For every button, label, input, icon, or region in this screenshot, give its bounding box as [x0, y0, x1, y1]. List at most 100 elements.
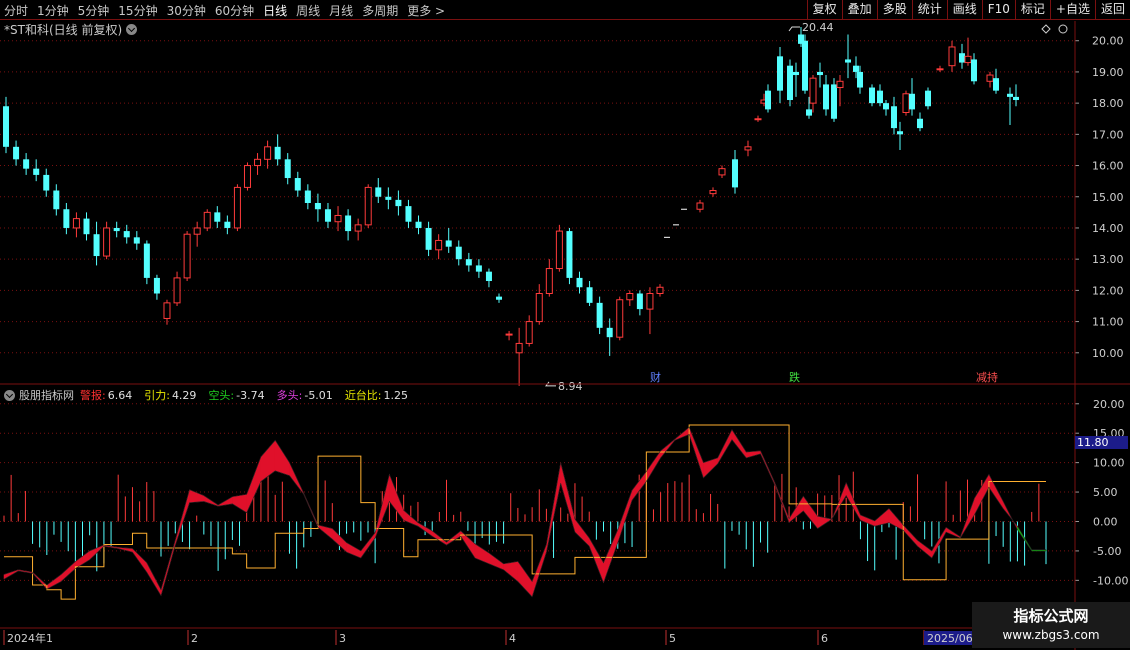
candle-body: [883, 103, 889, 110]
watermark: 指标公式网 www.zbgs3.com: [972, 602, 1130, 648]
candle-body: [891, 106, 897, 129]
price-tick-label: 18.00: [1092, 97, 1124, 110]
indicator-band: [517, 560, 533, 598]
candle-body: [63, 209, 70, 228]
candle-body: [831, 84, 837, 119]
indicator-tick-label: 10.00: [1093, 457, 1125, 470]
diamond-icon: [1041, 24, 1051, 34]
candle-body: [143, 243, 150, 278]
candle-body: [294, 178, 301, 191]
indicator-band: [903, 524, 918, 547]
candle-body: [284, 159, 291, 179]
candle-body: [445, 240, 452, 247]
indicator-value-badge: 11.80: [1075, 436, 1128, 449]
date-label: 3: [339, 632, 346, 645]
price-tick-label: 15.00: [1092, 191, 1124, 204]
candle-body: [586, 287, 593, 303]
price-tick-label: 11.00: [1092, 316, 1124, 329]
date-label: 5: [669, 632, 676, 645]
candle-body: [777, 56, 783, 91]
candle-body: [385, 196, 392, 200]
high-marker: [788, 26, 800, 32]
candle-body: [3, 106, 9, 147]
event-marker-2: 减持: [976, 370, 998, 384]
candle-body: [465, 259, 472, 266]
candle-body: [203, 211, 211, 229]
indicator-band: [817, 515, 833, 530]
indicator-band: [489, 552, 504, 571]
candle-body: [224, 221, 231, 228]
candle-body: [405, 206, 412, 222]
candle-body: [33, 168, 40, 175]
price-axis: 20.00 19.00 18.00 17.00 16.00 15.00 14.00 13.00…: [1075, 35, 1124, 360]
candle-body: [925, 90, 931, 107]
candle-body: [566, 231, 573, 278]
candle-body: [123, 231, 130, 238]
candle-body: [13, 146, 20, 160]
candle-body: [545, 268, 553, 295]
watermark-url: www.zbgs3.com: [1002, 628, 1100, 642]
indicator-band: [46, 573, 62, 590]
event-marker-0: 财: [650, 370, 661, 384]
candle-body: [496, 296, 503, 300]
candle-body: [515, 342, 523, 354]
candle-body: [806, 109, 812, 116]
candle-body: [133, 237, 140, 244]
price-tick-label: 20.00: [1092, 35, 1124, 48]
event-markers: 财 跌 减持: [650, 370, 998, 384]
indicator-band: [574, 518, 590, 547]
candle-body: [435, 239, 443, 251]
candle-body: [656, 286, 664, 294]
candle-body: [525, 321, 533, 344]
candle-body: [857, 71, 863, 88]
indicator-band: [988, 474, 1004, 510]
candle-body: [113, 227, 120, 232]
candle-body: [877, 90, 883, 104]
indicator-axis: 20.0015.0010.005.000.00-5.00-10.00: [1075, 398, 1128, 587]
date-label: 2025/06: [927, 632, 973, 645]
candle-body: [314, 203, 321, 210]
candle-body: [183, 233, 191, 279]
stock-chart[interactable]: 20.0019.0018.0017.0016.0015.0014.0013.00…: [0, 0, 1130, 650]
indicator-band: [688, 427, 704, 479]
indicator-band: [731, 428, 747, 459]
candle-body: [475, 265, 482, 272]
candle-body: [43, 174, 50, 191]
candle-body: [959, 53, 965, 63]
candle-body: [964, 55, 972, 64]
candle-body: [787, 65, 793, 101]
high-price-label: 20.44: [802, 21, 834, 34]
date-label: 6: [821, 632, 828, 645]
candle-body: [823, 84, 829, 110]
indicator-band: [274, 439, 290, 476]
candle-body: [153, 277, 160, 294]
candle-body: [802, 40, 808, 91]
candle-body: [616, 299, 624, 338]
watermark-title: 指标公式网: [1013, 607, 1089, 625]
indicator-tick-label: 0.00: [1093, 515, 1118, 528]
candle-body: [636, 293, 643, 310]
candle-body: [304, 190, 311, 203]
candle-body: [274, 146, 281, 160]
candle-body: [765, 90, 771, 110]
price-tick-label: 14.00: [1092, 222, 1124, 235]
candle-body: [243, 165, 251, 188]
candle-body: [817, 71, 823, 76]
indicator-band: [531, 544, 547, 597]
candle-body: [732, 159, 738, 188]
candle-body: [853, 65, 859, 72]
candle-body: [173, 277, 181, 304]
candle-body: [233, 186, 241, 229]
candle-body: [364, 186, 372, 226]
candle-body: [23, 159, 30, 169]
indicator-band: [874, 507, 890, 527]
long-line: [3, 426, 1046, 591]
candle-body: [744, 146, 752, 151]
candle-body: [1013, 96, 1019, 101]
price-tick-label: 10.00: [1092, 347, 1124, 360]
price-tick-label: 13.00: [1092, 253, 1124, 266]
date-label: 2: [191, 632, 198, 645]
candle-body: [902, 93, 910, 114]
indicator-band: [146, 562, 162, 597]
indicator-tick-label: -10.00: [1093, 574, 1128, 587]
